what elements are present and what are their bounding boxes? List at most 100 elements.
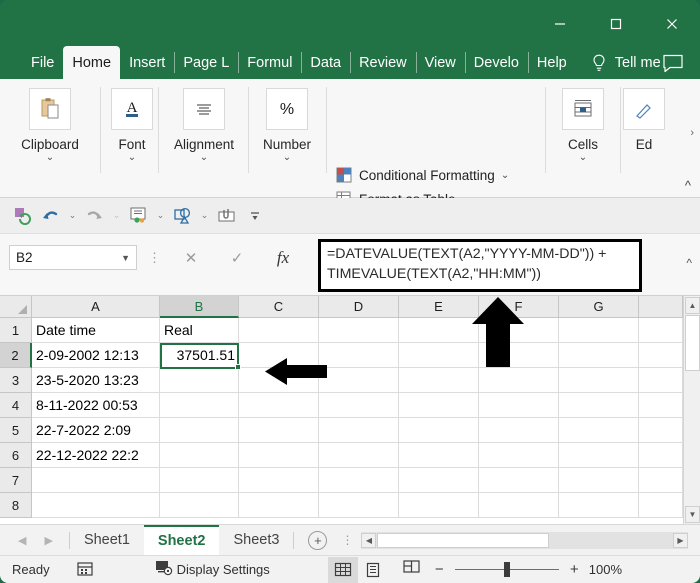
cell-g4[interactable] [559, 393, 639, 418]
cell-g5[interactable] [559, 418, 639, 443]
expand-formula-bar-icon[interactable]: ^ [686, 256, 692, 270]
row-header-4[interactable]: 4 [0, 393, 32, 418]
chevron-down-icon[interactable]: ⌄ [283, 153, 291, 163]
cell-h7[interactable] [639, 468, 683, 493]
scroll-left-icon[interactable]: ◀ [361, 532, 377, 548]
horizontal-scroll-thumb[interactable] [377, 532, 550, 548]
cell-c7[interactable] [239, 468, 319, 493]
cell-f3[interactable] [479, 368, 559, 393]
column-header-d[interactable]: D [319, 296, 399, 318]
normal-view-icon[interactable] [327, 556, 358, 583]
cell-d6[interactable] [319, 443, 399, 468]
cell-e1[interactable] [399, 318, 479, 343]
ribbon-group-cells[interactable]: Cells ⌄ [552, 79, 614, 198]
cell-f4[interactable] [479, 393, 559, 418]
cell-d8[interactable] [319, 493, 399, 518]
cell-e2[interactable] [399, 343, 479, 368]
page-break-view-icon[interactable] [402, 559, 421, 580]
maximize-button[interactable] [588, 4, 644, 44]
sheet-tab-sheet3[interactable]: Sheet3 [219, 525, 293, 556]
scroll-down-icon[interactable]: ▼ [685, 506, 700, 523]
ribbon-group-number[interactable]: % Number ⌄ [252, 79, 322, 198]
cell-b8[interactable] [160, 493, 239, 518]
cell-f1[interactable] [479, 318, 559, 343]
cell-a1[interactable]: Date time [32, 318, 160, 343]
chevron-down-icon[interactable]: ⌄ [128, 153, 136, 163]
cell-c3[interactable] [239, 368, 319, 393]
share-contacts-icon[interactable] [126, 204, 151, 228]
collapse-ribbon-button[interactable]: ^ [685, 178, 691, 193]
vertical-scrollbar[interactable]: ▲ ▼ [683, 296, 700, 524]
confirm-formula-button[interactable]: ✓ [214, 245, 260, 270]
tab-page-layout[interactable]: Page L [174, 46, 238, 79]
column-header-c[interactable]: C [239, 296, 319, 318]
name-box-resizer[interactable]: ⋮ [148, 250, 161, 265]
ribbon-group-font[interactable]: A Font ⌄ [104, 79, 160, 198]
formula-input[interactable]: =DATEVALUE(TEXT(A2,"YYYY-MM-DD")) + TIME… [318, 239, 642, 292]
previous-sheet-icon[interactable]: ◀ [18, 534, 26, 547]
sheet-tab-sheet1[interactable]: Sheet1 [70, 525, 144, 556]
page-layout-view-icon[interactable] [358, 557, 388, 583]
name-box[interactable]: B2 ▼ [9, 245, 137, 270]
cell-e4[interactable] [399, 393, 479, 418]
zoom-level-label[interactable]: 100% [589, 562, 635, 577]
cell-e5[interactable] [399, 418, 479, 443]
chevron-down-icon[interactable]: ⌄ [200, 153, 208, 163]
zoom-in-button[interactable]: + [568, 561, 581, 578]
cell-a7[interactable] [32, 468, 160, 493]
vertical-scroll-thumb[interactable] [685, 315, 700, 371]
cell-b1[interactable]: Real [160, 318, 239, 343]
cell-h8[interactable] [639, 493, 683, 518]
scroll-right-icon[interactable]: ▶ [673, 532, 688, 548]
fill-handle[interactable] [235, 364, 241, 370]
zoom-thumb[interactable] [503, 562, 510, 577]
row-header-8[interactable]: 8 [0, 493, 32, 518]
cell-b7[interactable] [160, 468, 239, 493]
cell-a4[interactable]: 8-11-2022 00:53 [32, 393, 160, 418]
cell-g3[interactable] [559, 368, 639, 393]
qat-more-icon[interactable] [242, 204, 267, 228]
display-settings-button[interactable]: Display Settings [155, 560, 270, 579]
ribbon-group-alignment[interactable]: Alignment ⌄ [162, 79, 246, 198]
cell-f6[interactable] [479, 443, 559, 468]
cell-h6[interactable] [639, 443, 683, 468]
cell-a3[interactable]: 23-5-2020 13:23 [32, 368, 160, 393]
sheet-nav-arrows[interactable]: ◀ ▶ [0, 534, 69, 547]
row-header-3[interactable]: 3 [0, 368, 32, 393]
chevron-down-icon[interactable]: ⌄ [579, 153, 587, 163]
cell-e7[interactable] [399, 468, 479, 493]
cell-g7[interactable] [559, 468, 639, 493]
cell-g2[interactable] [559, 343, 639, 368]
add-sheet-button[interactable]: + [308, 530, 328, 550]
tab-file[interactable]: File [22, 46, 63, 79]
zoom-slider[interactable]: − + [433, 561, 581, 578]
cell-e3[interactable] [399, 368, 479, 393]
tab-data[interactable]: Data [301, 46, 350, 79]
chevron-down-icon[interactable]: ⌄ [46, 153, 54, 163]
cell-b3[interactable] [160, 368, 239, 393]
cell-g1[interactable] [559, 318, 639, 343]
ribbon-group-editing[interactable]: Ed [623, 79, 665, 198]
cell-c4[interactable] [239, 393, 319, 418]
cell-a6[interactable]: 22-12-2022 22:2 [32, 443, 160, 468]
cell-a5[interactable]: 22-7-2022 2:09 [32, 418, 160, 443]
cell-f8[interactable] [479, 493, 559, 518]
comments-button[interactable] [658, 51, 688, 75]
redo-icon[interactable] [82, 204, 107, 228]
insert-function-icon[interactable]: fx [260, 245, 306, 270]
chevron-down-icon[interactable]: ▼ [121, 253, 130, 263]
column-header-e[interactable]: E [399, 296, 479, 318]
zoom-out-button[interactable]: − [433, 561, 446, 578]
chevron-down-icon[interactable]: ⌄ [110, 210, 123, 221]
chevron-down-icon[interactable]: ⌄ [198, 210, 211, 221]
tab-insert[interactable]: Insert [120, 46, 174, 79]
column-header-h[interactable] [639, 296, 683, 318]
cell-b2[interactable]: 37501.51 [160, 343, 239, 368]
row-header-6[interactable]: 6 [0, 443, 32, 468]
tab-home[interactable]: Home [63, 46, 121, 79]
row-header-1[interactable]: 1 [0, 318, 32, 343]
cell-b4[interactable] [160, 393, 239, 418]
cell-d3[interactable] [319, 368, 399, 393]
ribbon-group-clipboard[interactable]: Clipboard ⌄ [8, 79, 92, 198]
column-header-b[interactable]: B [160, 296, 239, 318]
